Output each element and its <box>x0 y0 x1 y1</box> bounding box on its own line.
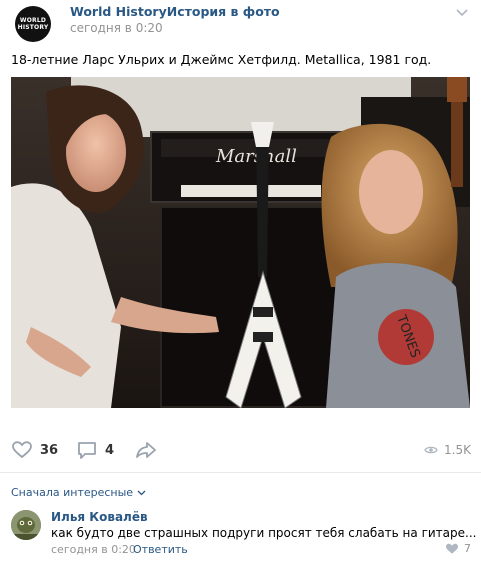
group-logo: WORLD HISTORY <box>18 17 49 31</box>
logo-line2: HISTORY <box>17 24 49 31</box>
heart-icon <box>12 441 32 459</box>
group-avatar[interactable]: WORLD HISTORY <box>15 6 51 42</box>
post-actions: 36 4 1.5K <box>0 430 481 470</box>
chevron-down-icon <box>137 490 146 495</box>
share-button[interactable] <box>135 430 157 470</box>
logo-line1: WORLD <box>19 17 47 24</box>
post-author[interactable]: World HistoryИстория в фото <box>70 4 280 19</box>
avatar-image <box>11 510 41 540</box>
views-count: 1.5K <box>444 443 471 457</box>
comment-item: Илья Ковалёв как будто две страшных подр… <box>0 505 481 561</box>
comment-author[interactable]: Илья Ковалёв <box>51 510 148 524</box>
comment-time[interactable]: сегодня в 0:20 <box>51 543 136 556</box>
eye-icon <box>424 446 438 454</box>
comment-like-button[interactable]: 7 <box>445 542 471 555</box>
comment-icon <box>78 441 96 459</box>
amp-logo: Marshall <box>215 146 297 167</box>
comment-button[interactable]: 4 <box>77 430 114 470</box>
share-icon <box>136 442 156 458</box>
photo-image: Marshall TONES <box>11 77 470 408</box>
comment-count: 4 <box>105 442 115 458</box>
post-text: 18-летние Ларс Ульрих и Джеймс Хетфилд. … <box>11 52 432 67</box>
post-time[interactable]: сегодня в 0:20 <box>70 21 163 35</box>
views-counter: 1.5K <box>424 430 471 470</box>
post-header: WORLD HISTORY World HistoryИстория в фот… <box>0 0 481 44</box>
like-count: 36 <box>40 442 59 458</box>
comments-sort[interactable]: Сначала интересные <box>11 486 146 499</box>
like-button[interactable]: 36 <box>12 430 58 470</box>
chevron-down-icon[interactable] <box>455 6 469 20</box>
sort-label: Сначала интересные <box>11 486 134 499</box>
divider <box>0 472 481 473</box>
reply-button[interactable]: Ответить <box>133 543 188 556</box>
comment-text: как будто две страшных подруги просят те… <box>51 526 477 540</box>
commenter-avatar[interactable] <box>11 510 41 540</box>
post-photo[interactable]: Marshall TONES <box>11 77 470 408</box>
wall-post: WORLD HISTORY World HistoryИстория в фот… <box>0 0 481 561</box>
comment-like-count: 7 <box>464 542 471 555</box>
heart-icon <box>446 543 458 554</box>
